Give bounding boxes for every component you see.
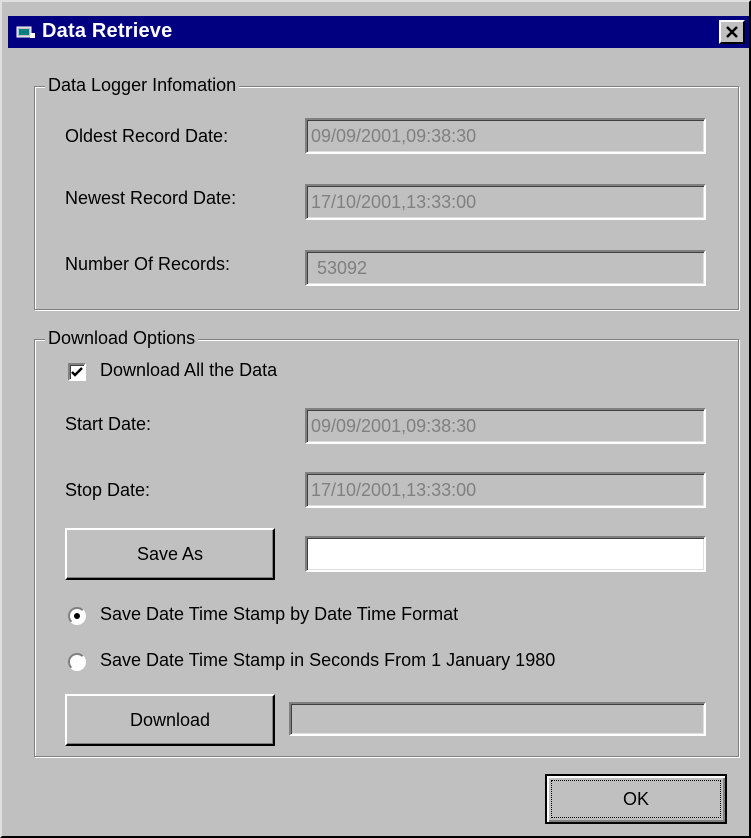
save-as-button-label: Save As bbox=[136, 543, 204, 564]
oldest-record-field[interactable]: 09/09/2001,09:38:30 bbox=[305, 118, 706, 154]
start-date-label: Start Date: bbox=[65, 414, 152, 434]
save-as-path-field[interactable] bbox=[305, 536, 706, 572]
window-title: Data Retrieve bbox=[42, 20, 173, 42]
radio-datetime-format[interactable] bbox=[68, 607, 86, 625]
data-logger-info-legend: Data Logger Infomation bbox=[45, 75, 240, 96]
checkmark-icon bbox=[71, 367, 83, 377]
download-all-checkbox[interactable] bbox=[68, 363, 86, 381]
stop-date-label: Stop Date: bbox=[65, 480, 151, 500]
data-retrieve-window: Data Retrieve Data Logger Infomation Old… bbox=[0, 0, 751, 838]
close-button[interactable] bbox=[719, 20, 745, 44]
radio-selected-dot bbox=[74, 613, 80, 619]
radio-datetime-format-label[interactable]: Save Date Time Stamp by Date Time Format bbox=[100, 604, 458, 625]
start-date-field[interactable]: 09/09/2001,09:38:30 bbox=[305, 408, 706, 444]
download-button-label: Download bbox=[129, 709, 211, 730]
newest-record-label: Newest Record Date: bbox=[65, 188, 237, 208]
download-options-legend: Download Options bbox=[45, 328, 199, 349]
record-count-field[interactable]: 53092 bbox=[305, 250, 706, 286]
download-all-label[interactable]: Download All the Data bbox=[100, 360, 277, 381]
radio-seconds-format[interactable] bbox=[68, 653, 86, 671]
save-as-button[interactable]: Save As bbox=[65, 528, 275, 580]
oldest-record-label: Oldest Record Date: bbox=[65, 126, 229, 146]
radio-seconds-format-label[interactable]: Save Date Time Stamp in Seconds From 1 J… bbox=[100, 650, 555, 671]
close-icon bbox=[726, 26, 738, 38]
newest-record-field[interactable]: 17/10/2001,13:33:00 bbox=[305, 184, 706, 220]
ok-button[interactable]: OK bbox=[545, 774, 727, 824]
record-count-label: Number Of Records: bbox=[65, 254, 231, 274]
download-button[interactable]: Download bbox=[65, 694, 275, 746]
title-bar[interactable]: Data Retrieve bbox=[8, 16, 749, 48]
ok-focus-ring bbox=[551, 780, 721, 818]
download-progress-bar bbox=[289, 702, 706, 736]
stop-date-field[interactable]: 17/10/2001,13:33:00 bbox=[305, 472, 706, 508]
app-icon bbox=[16, 26, 35, 38]
